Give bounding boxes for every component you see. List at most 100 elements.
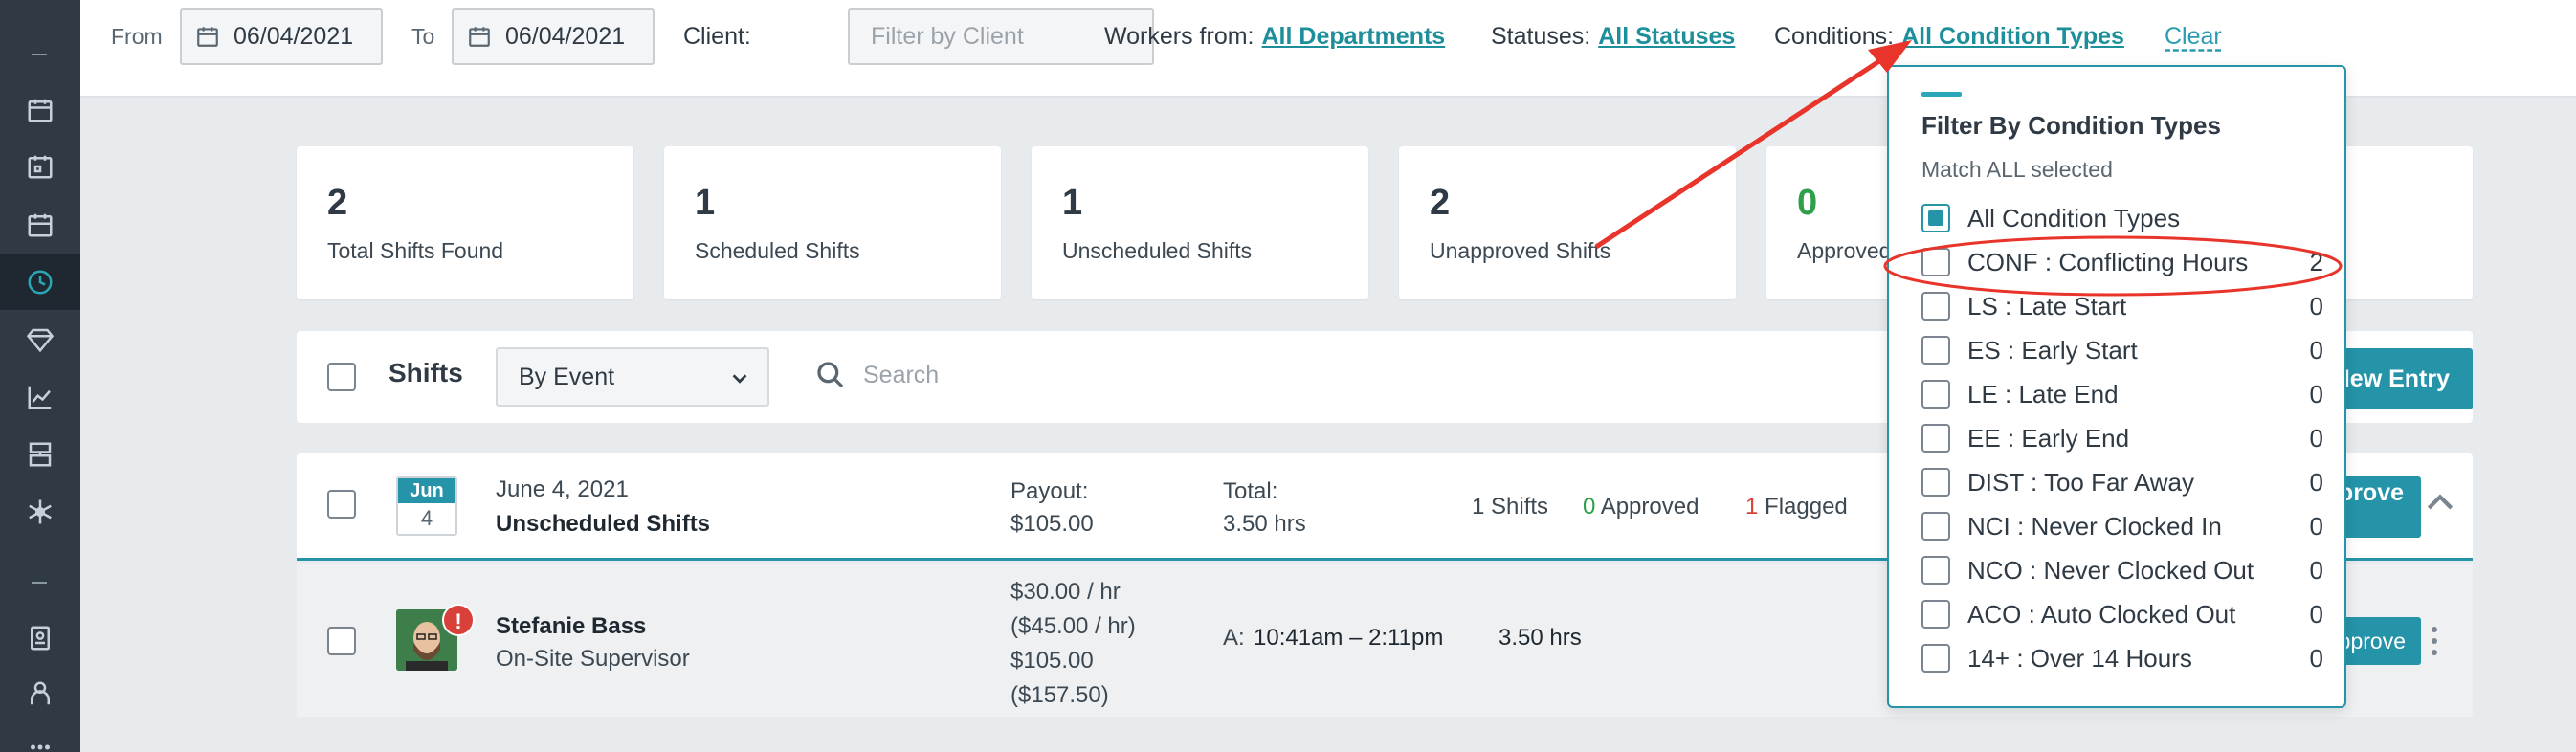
workers-link[interactable]: All Departments (1262, 23, 1446, 51)
condition-checkbox[interactable] (1921, 644, 1950, 673)
stat-label: Scheduled Shifts (695, 238, 860, 263)
total-value: 3.50 hrs (1223, 511, 1306, 537)
panel-subtitle: Match ALL selected (1921, 157, 2113, 182)
new-entry-button[interactable]: New Entry (2325, 348, 2473, 409)
condition-checkbox[interactable] (1921, 380, 1950, 409)
condition-label: All Condition Types (1967, 203, 2181, 232)
conditions-filter: Conditions: All Condition Types (1774, 0, 2124, 73)
row-checkbox[interactable] (327, 627, 356, 655)
condition-count: 0 (2309, 467, 2323, 497)
worker-name[interactable]: Stefanie Bass (496, 613, 646, 640)
sidebar-item-contacts[interactable] (0, 610, 80, 666)
workers-filter: Workers from: All Departments (1104, 0, 1445, 73)
conditions-link[interactable]: All Condition Types (1901, 23, 2124, 51)
condition-option[interactable]: ES : Early Start 0 (1921, 331, 2323, 369)
flagged-word: Flagged (1765, 494, 1848, 520)
sidebar-item-timesheets[interactable] (0, 254, 80, 310)
time-prefix: A: (1223, 625, 1245, 651)
date-badge-month: Jun (398, 478, 455, 503)
chevron-up-icon[interactable] (2421, 484, 2459, 522)
client-label: Client: (683, 22, 751, 50)
sidebar (0, 0, 80, 752)
worker-icon (31, 681, 50, 705)
search-placeholder: Search (863, 361, 940, 388)
shifts-count: 1 Shifts (1472, 494, 1549, 520)
condition-option[interactable]: LE : Late End 0 (1921, 375, 2323, 413)
flagged-count: 1 Flagged (1745, 494, 1848, 520)
pay-total-alt: ($157.50) (1010, 682, 1109, 708)
conditions-label: Conditions: (1774, 22, 1895, 50)
search-input[interactable]: Search (815, 360, 939, 390)
condition-count: 0 (2309, 511, 2323, 541)
condition-option[interactable]: ACO : Auto Clocked Out 0 (1921, 595, 2323, 633)
condition-option[interactable]: 14+ : Over 14 Hours 0 (1921, 639, 2323, 677)
stat-card-total: 2 Total Shifts Found (297, 146, 633, 299)
to-label: To (411, 23, 435, 49)
date-badge-day: 4 (420, 506, 433, 530)
condition-checkbox[interactable] (1921, 556, 1950, 585)
approved-number: 0 (1583, 494, 1596, 520)
stat-card-scheduled: 1 Scheduled Shifts (664, 146, 1001, 299)
condition-label: LE : Late End (1967, 379, 2119, 409)
condition-option[interactable]: NCI : Never Clocked In 0 (1921, 507, 2323, 545)
stat-label: Unapproved Shifts (1430, 238, 1611, 263)
condition-label: NCI : Never Clocked In (1967, 511, 2222, 541)
sidebar-item-calendar[interactable] (0, 82, 80, 138)
group-title: Unscheduled Shifts (496, 511, 711, 537)
statuses-label: Statuses: (1491, 22, 1591, 50)
calendar-grid-icon (28, 213, 53, 237)
sidebar-item-schedule[interactable] (0, 139, 80, 194)
group-by-value: By Event (519, 363, 615, 390)
register-icon (29, 442, 52, 467)
condition-checkbox[interactable] (1921, 292, 1950, 321)
condition-option[interactable]: EE : Early End 0 (1921, 419, 2323, 457)
condition-checkbox[interactable] (1921, 512, 1950, 541)
search-icon (817, 362, 844, 388)
condition-count: 0 (2309, 379, 2323, 409)
more-options-icon[interactable] (2429, 625, 2440, 657)
chart-icon (28, 386, 52, 409)
sidebar-item-events[interactable] (0, 197, 80, 253)
sidebar-item-settings[interactable] (0, 484, 80, 540)
condition-label: NCO : Never Clocked Out (1967, 555, 2254, 585)
calendar-icon (197, 27, 218, 47)
to-date-field[interactable]: 06/04/2021 (452, 8, 655, 65)
stat-card-unscheduled: 1 Unscheduled Shifts (1032, 146, 1368, 299)
condition-count: 0 (2309, 335, 2323, 365)
condition-checkbox[interactable] (1921, 468, 1950, 497)
condition-option[interactable]: CONF : Conflicting Hours 2 (1921, 243, 2323, 281)
clear-link[interactable]: Clear (2165, 0, 2222, 73)
from-date-value: 06/04/2021 (233, 22, 354, 50)
condition-label: CONF : Conflicting Hours (1967, 247, 2249, 276)
condition-option[interactable]: NCO : Never Clocked Out 0 (1921, 551, 2323, 589)
condition-checkbox[interactable] (1921, 424, 1950, 453)
group-by-select[interactable]: By Event (496, 347, 769, 407)
panel-accent (1921, 92, 1962, 97)
stat-value: 2 (327, 183, 348, 223)
to-date-value: 06/04/2021 (505, 22, 626, 50)
condition-option[interactable]: DIST : Too Far Away 0 (1921, 463, 2323, 501)
pay-rate: $30.00 / hr (1010, 579, 1121, 605)
condition-count: 0 (2309, 599, 2323, 629)
from-date-field[interactable]: 06/04/2021 (180, 8, 383, 65)
group-checkbox[interactable] (327, 490, 356, 519)
sidebar-item-billing[interactable] (0, 427, 80, 482)
condition-checkbox[interactable] (1921, 204, 1950, 232)
calendar-day-icon (28, 155, 53, 179)
statuses-link[interactable]: All Statuses (1598, 23, 1735, 51)
stat-value: 0 (1797, 183, 1818, 223)
sidebar-item-more[interactable] (0, 719, 80, 752)
select-all-checkbox[interactable] (327, 363, 356, 391)
sidebar-item-reports[interactable] (0, 369, 80, 425)
sidebar-item-staff[interactable] (0, 666, 80, 721)
stat-label: Unscheduled Shifts (1062, 238, 1253, 263)
condition-option[interactable]: All Condition Types (1921, 199, 2323, 237)
condition-option[interactable]: LS : Late Start 0 (1921, 287, 2323, 325)
worker-role: On-Site Supervisor (496, 646, 690, 672)
condition-label: 14+ : Over 14 Hours (1967, 643, 2192, 673)
condition-checkbox[interactable] (1921, 600, 1950, 629)
condition-checkbox[interactable] (1921, 248, 1950, 276)
sidebar-item-payouts[interactable] (0, 312, 80, 367)
condition-count: 2 (2309, 247, 2323, 276)
condition-checkbox[interactable] (1921, 336, 1950, 365)
